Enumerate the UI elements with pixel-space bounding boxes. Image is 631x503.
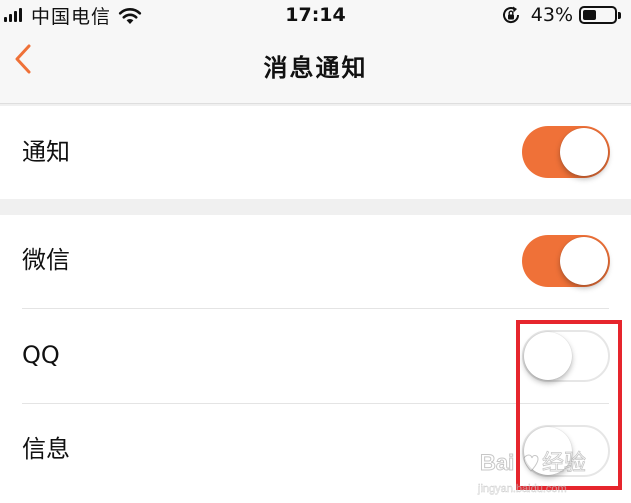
battery-percentage: 43% (530, 4, 573, 26)
list-item-notification: 通知 (0, 106, 631, 199)
svg-text:jingyan.baidu.com: jingyan.baidu.com (477, 483, 567, 495)
navigation-bar: 消息通知 (0, 30, 631, 104)
status-bar: 中国电信 17:14 43% (0, 0, 631, 30)
list-item-label: QQ (22, 341, 60, 369)
baidu-jingyan-watermark: Bai 经验 jingyan.baidu.com (477, 450, 587, 496)
status-bar-right: 43% (501, 3, 621, 27)
toggle-knob (560, 237, 608, 285)
toggle-knob (560, 128, 608, 176)
list-item-label: 通知 (22, 138, 70, 166)
notification-toggle[interactable] (522, 126, 610, 178)
list-item-label: 信息 (22, 435, 70, 463)
battery-icon (579, 6, 621, 24)
settings-screen: 中国电信 17:14 43% 消息通知 通知 微信 QQ 信息 Bai 经验 j… (0, 0, 631, 503)
section-gap (0, 199, 631, 215)
list-item-label: 微信 (22, 246, 70, 274)
svg-text:Bai: Bai (480, 450, 514, 475)
battery-fill (583, 10, 596, 20)
svg-text:经验: 经验 (542, 451, 586, 476)
list-item-wechat: 微信 (0, 215, 631, 308)
page-title: 消息通知 (263, 54, 368, 82)
battery-nub (618, 12, 621, 19)
rotation-lock-icon (502, 6, 519, 24)
wechat-toggle[interactable] (522, 235, 610, 287)
